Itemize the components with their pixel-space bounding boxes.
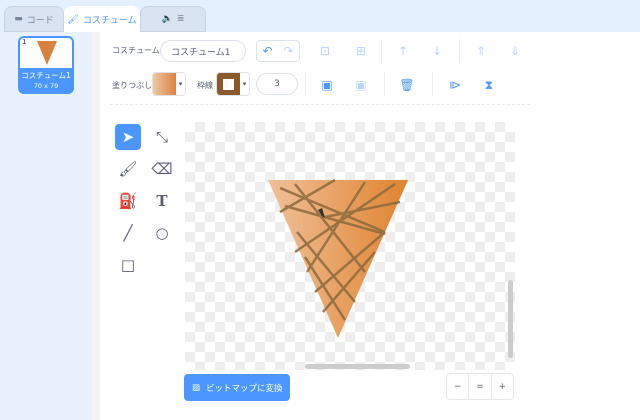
brush-tool[interactable]: 🖌 (115, 156, 141, 182)
chevron-down-icon: ▾ (242, 80, 247, 88)
zoom-in-icon: + (498, 381, 507, 392)
costume-item[interactable]: 1 コスチューム1 70 x 79 (18, 36, 74, 94)
zoom-in-button[interactable]: + (492, 374, 513, 399)
scrollbar[interactable] (92, 32, 100, 420)
fill-tool[interactable]: ⛽ (115, 188, 141, 214)
eraser-tool[interactable]: ⌫ (149, 156, 175, 182)
costume-name-label: コスチューム (112, 46, 160, 55)
rectangle-tool[interactable]: □ (115, 252, 141, 278)
horizontal-scrollbar[interactable] (305, 364, 410, 369)
flip-vertical-icon[interactable]: ⧗ (480, 76, 498, 94)
tab-code[interactable]: ▬ コード (4, 6, 64, 32)
backward-icon[interactable]: ↓ (428, 42, 446, 60)
brush-icon: 🖌 (67, 14, 79, 25)
image-icon: ▨ (192, 382, 201, 393)
ice-cream-cone (268, 178, 408, 338)
redo-icon[interactable]: ↷ (278, 41, 299, 61)
undo-icon[interactable]: ↶ (257, 41, 278, 61)
sound-icon: 🔈 (161, 14, 173, 24)
delete-icon[interactable]: 🗑 (398, 76, 416, 94)
circle-tool[interactable]: ○ (149, 220, 175, 246)
paste-icon[interactable]: ▣ (352, 76, 370, 94)
chevron-down-icon: ▾ (178, 80, 183, 88)
forward-icon[interactable]: ↑ (394, 42, 412, 60)
outline-label: 枠線 (197, 81, 213, 90)
fill-label: 塗りつぶし (112, 81, 153, 90)
fill-color-picker[interactable]: ▾ (152, 72, 186, 96)
front-icon[interactable]: ⇑ (472, 42, 490, 60)
tab-costumes[interactable]: 🖌 コスチューム (64, 6, 140, 33)
ungroup-icon[interactable]: ⊞ (352, 42, 370, 60)
copy-icon[interactable]: ▣ (318, 76, 336, 94)
zoom-reset-icon: = (476, 381, 484, 392)
tab-sounds[interactable]: 🔈 ≣ (140, 6, 206, 32)
vertical-scrollbar[interactable] (508, 280, 513, 358)
zoom-out-button[interactable]: − (447, 374, 470, 399)
outline-color-picker[interactable]: ▾ (216, 72, 250, 96)
group-icon[interactable]: ⊡ (316, 42, 334, 60)
zoom-out-icon: − (453, 381, 462, 392)
back-icon[interactable]: ⇓ (506, 42, 524, 60)
costume-name-input[interactable]: コスチューム1 (160, 40, 246, 62)
sound-tab-label: ≣ (176, 14, 185, 24)
reshape-tool[interactable]: ⤡ (149, 124, 175, 150)
select-tool[interactable]: ➤ (115, 124, 141, 150)
convert-to-bitmap-button[interactable]: ▨ ビットマップに変換 (184, 374, 290, 401)
costume-thumbnail (37, 41, 57, 65)
code-icon: ▬ (14, 14, 23, 24)
flip-horizontal-icon[interactable]: ⧐ (446, 76, 464, 94)
zoom-reset-button[interactable]: = (469, 374, 492, 399)
text-tool[interactable]: T (149, 188, 175, 214)
line-tool[interactable]: ╱ (115, 220, 141, 246)
outline-width-input[interactable]: 3 (256, 73, 298, 95)
